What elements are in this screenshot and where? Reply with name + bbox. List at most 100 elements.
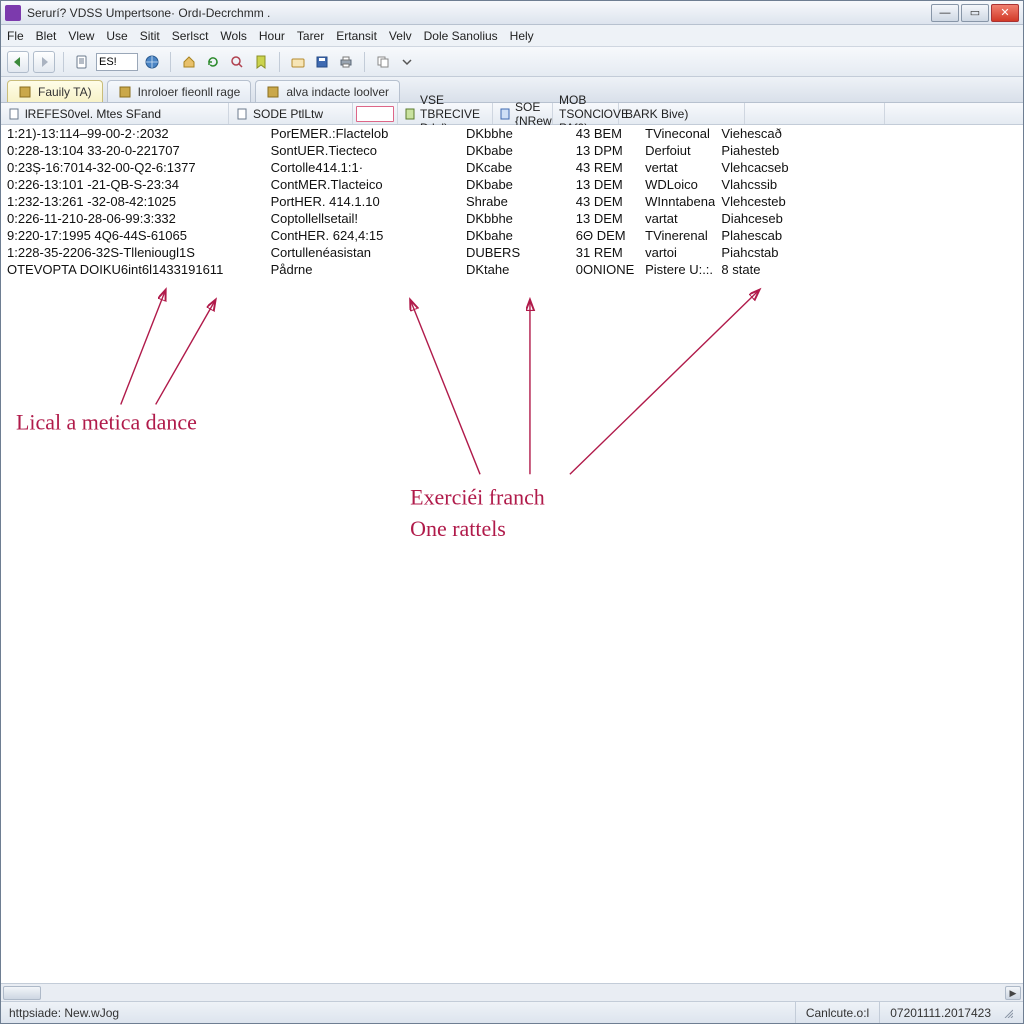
home-button[interactable] [179, 52, 199, 72]
document-icon [499, 107, 511, 121]
resize-grip-icon[interactable] [1001, 1006, 1015, 1020]
tab[interactable]: Inroloer fieonll rage [107, 80, 252, 102]
column-header[interactable]: SODE PtlLtw [229, 103, 353, 124]
menu-item[interactable]: Sitit [140, 29, 160, 43]
search-icon [230, 55, 244, 69]
menu-item[interactable]: Hоur [259, 29, 285, 43]
table-cell: DKbabe [460, 142, 570, 159]
refresh-button[interactable] [203, 52, 223, 72]
column-header[interactable]: VSE TBRECIVE D lel) [398, 103, 493, 124]
column-header[interactable]: BARK Bive) [619, 103, 745, 124]
table-cell: 1:21)-13:114–99-00-2·:2032 [1, 125, 265, 142]
minimize-button[interactable]: — [931, 4, 959, 22]
table-cell: PortHER. 414.1.10 [265, 193, 408, 210]
tab[interactable]: alva indacte loolver [255, 80, 400, 102]
close-button[interactable]: ✕ [991, 4, 1019, 22]
menu-item[interactable]: Velv [389, 29, 412, 43]
tab-label: Fauily TA) [38, 85, 92, 99]
chevron-down-icon [402, 57, 412, 67]
table-cell: 13 DPM [570, 142, 639, 159]
menu-item[interactable]: Tarer [297, 29, 324, 43]
table-cell [861, 210, 1023, 227]
copy-button[interactable] [373, 52, 393, 72]
table-cell: Shrabe [460, 193, 570, 210]
table-cell: vertat [639, 159, 715, 176]
table-row[interactable]: 0:228-13:104 33-20-0-221707SontUER.Tiect… [1, 142, 1023, 159]
back-button[interactable] [7, 51, 29, 73]
table-cell [408, 176, 460, 193]
menu-item[interactable]: Fle [7, 29, 24, 43]
scrollbar-thumb[interactable] [3, 986, 41, 1000]
print-button[interactable] [336, 52, 356, 72]
maximize-button[interactable]: ▭ [961, 4, 989, 22]
empty-highlight [356, 106, 394, 122]
dropdown-button[interactable] [397, 52, 417, 72]
column-header[interactable]: MOB TSONClOVE PAf0) [553, 103, 619, 124]
table-cell: Vlehcacseb [715, 159, 861, 176]
table-cell: Piahcstab [715, 244, 861, 261]
annotation-label: Lical a metica dance [16, 409, 197, 434]
forward-button[interactable] [33, 51, 55, 73]
table-cell [861, 159, 1023, 176]
toolbar [1, 47, 1023, 77]
table-cell: DKcabe [460, 159, 570, 176]
refresh-icon [206, 55, 220, 69]
search-button[interactable] [227, 52, 247, 72]
menu-item[interactable]: Serlsct [172, 29, 209, 43]
save-button[interactable] [312, 52, 332, 72]
table-row[interactable]: 1:232-13:261 -32-08-42:1025PortHER. 414.… [1, 193, 1023, 210]
inbox-button[interactable] [288, 52, 308, 72]
copy-icon [376, 55, 390, 69]
table-cell: 9:220-17:1995 4Q6-44S-61065 [1, 227, 265, 244]
column-header[interactable]: SOE {NRew [493, 103, 553, 124]
table-row[interactable]: 1:21)-13:114–99-00-2·:2032PorEMER.:Flact… [1, 125, 1023, 142]
annotation-label: One rattels [410, 516, 506, 541]
table-cell: DKbabe [460, 176, 570, 193]
table-cell: Plahescab [715, 227, 861, 244]
table-cell: Coptollellsetail! [265, 210, 408, 227]
table-cell: 0:23Ș-16:7014-32-00-Q2-6:1377 [1, 159, 265, 176]
menu-item[interactable]: Blet [36, 29, 57, 43]
toolbar-separator [170, 52, 171, 72]
table-cell: Diahceseb [715, 210, 861, 227]
table-cell: Vlehcesteb [715, 193, 861, 210]
column-header[interactable] [353, 103, 398, 124]
globe-button[interactable] [142, 52, 162, 72]
globe-icon [145, 55, 159, 69]
table-cell [861, 193, 1023, 210]
menu-item[interactable]: Vlew [68, 29, 94, 43]
menu-item[interactable]: Dole Sanolius [424, 29, 498, 43]
bookmark-button[interactable] [251, 52, 271, 72]
tab-icon [118, 85, 132, 99]
table-row[interactable]: 0:226-11-210-28-06-99:3:332Coptollellset… [1, 210, 1023, 227]
scroll-right-button[interactable]: ▶ [1005, 986, 1021, 1000]
menu-item[interactable]: Wols [220, 29, 246, 43]
menu-item[interactable]: Hely [510, 29, 534, 43]
table-cell: WInntabenal [639, 193, 715, 210]
arrow-left-icon [12, 56, 24, 68]
floppy-icon [315, 55, 329, 69]
page-icon[interactable] [72, 52, 92, 72]
table-cell: SontUER.Tiecteco [265, 142, 408, 159]
status-left: httpsiade: New.wJog [9, 1006, 795, 1020]
table-cell: ContMER.Tlacteico [265, 176, 408, 193]
menu-item[interactable]: Ertansit [336, 29, 377, 43]
table-row[interactable]: 1:228-35-2206-32S-Tlleniougl1SCortullené… [1, 244, 1023, 261]
column-header-row: lREFES0vel. Mtes SFand SODE PtlLtw VSE T… [1, 103, 1023, 125]
status-right: 07201111.2017423 [879, 1002, 1001, 1023]
menu-item[interactable]: Use [106, 29, 127, 43]
table-row[interactable]: 0:226-13:101 -21-QB-S-23:34ContMER.Tlact… [1, 176, 1023, 193]
toolbar-search-input[interactable] [96, 53, 138, 71]
column-header[interactable]: lREFES0vel. Mtes SFand [1, 103, 229, 124]
table-row[interactable]: 0:23Ș-16:7014-32-00-Q2-6:1377Cortolle414… [1, 159, 1023, 176]
horizontal-scrollbar[interactable]: ▶ [1, 983, 1023, 1001]
table-cell [408, 125, 460, 142]
tab[interactable]: Fauily TA) [7, 80, 103, 102]
table-row[interactable]: 9:220-17:1995 4Q6-44S-61065ContHER. 624,… [1, 227, 1023, 244]
table-cell: DUBERS [460, 244, 570, 261]
table-cell [861, 176, 1023, 193]
tab-label: Inroloer fieonll rage [138, 85, 241, 99]
table-row[interactable]: OTEVOPTA DOIKU6int6l1433191611PådrneDKta… [1, 261, 1023, 278]
column-header[interactable] [745, 103, 885, 124]
table-cell: ContHER. 624,4:15 [265, 227, 408, 244]
